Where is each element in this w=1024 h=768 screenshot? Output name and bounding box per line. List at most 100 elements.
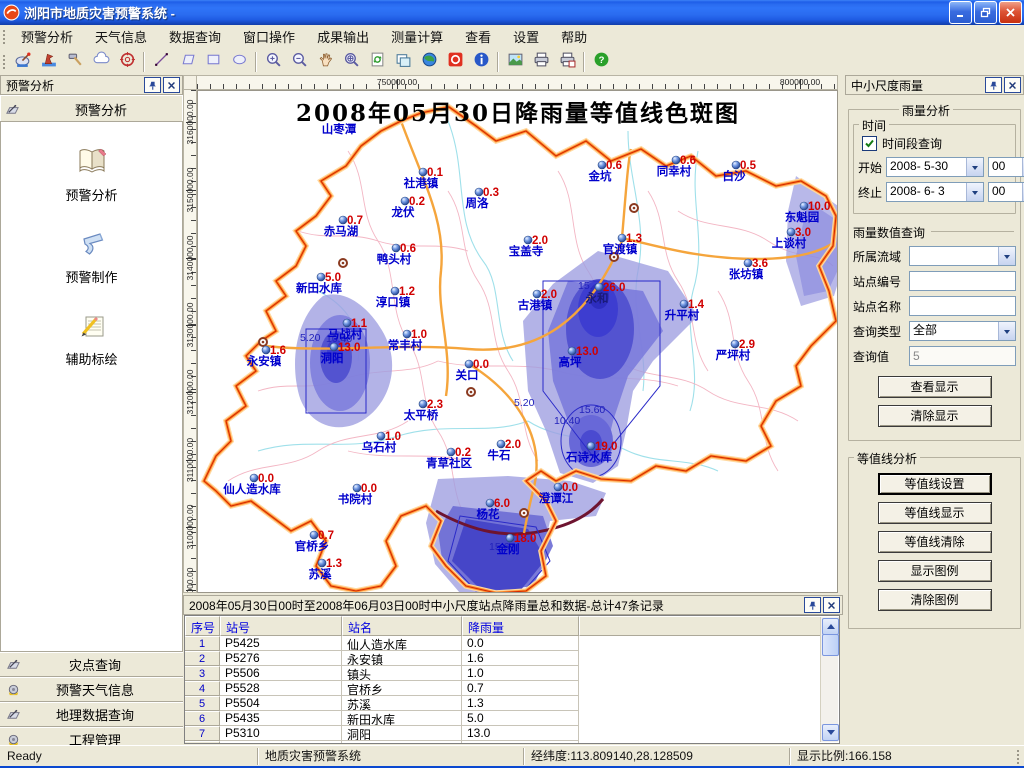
menu-item-6[interactable]: 测量计算	[380, 24, 454, 49]
polygon-button[interactable]	[175, 50, 199, 73]
station-marker[interactable]	[506, 534, 514, 542]
menubar-grip[interactable]	[2, 29, 7, 45]
column-header-1[interactable]: 序号	[185, 616, 220, 636]
map-right-splitter[interactable]	[843, 75, 845, 745]
station-marker[interactable]	[330, 343, 338, 351]
station-marker[interactable]	[403, 330, 411, 338]
cloud-button[interactable]	[89, 50, 113, 73]
zoom-out-button[interactable]	[287, 50, 311, 73]
info-button[interactable]	[469, 50, 493, 73]
scroll-up-button[interactable]	[822, 618, 839, 635]
station-marker[interactable]	[353, 484, 361, 492]
flag-button[interactable]	[37, 50, 61, 73]
menu-item-2[interactable]: 天气信息	[84, 24, 158, 49]
left-panel-header[interactable]: 预警分析	[0, 95, 183, 123]
end-date-dropdown[interactable]: 2008- 6- 3	[886, 182, 984, 202]
image-button[interactable]	[503, 50, 527, 73]
station-marker[interactable]	[744, 259, 752, 267]
minimize-button[interactable]	[949, 1, 972, 24]
scroll-down-button[interactable]	[822, 724, 839, 741]
station-marker[interactable]	[672, 156, 680, 164]
station-marker[interactable]	[731, 340, 739, 348]
table-scrollbar[interactable]	[820, 617, 838, 742]
table-row[interactable]: 1P5425仙人造水库0.0	[185, 636, 839, 651]
ellipse-button[interactable]	[227, 50, 251, 73]
station-marker[interactable]	[497, 440, 505, 448]
sidebar-item-2[interactable]: 预警天气信息	[0, 677, 183, 702]
station-marker[interactable]	[317, 273, 325, 281]
station-marker[interactable]	[250, 474, 258, 482]
table-row[interactable]: 8P5311马战村1.1	[185, 741, 839, 743]
satellite-dish-button[interactable]	[11, 50, 35, 73]
column-header-4[interactable]: 降雨量	[462, 616, 579, 636]
pin-button[interactable]	[985, 77, 1002, 93]
station-marker[interactable]	[419, 168, 427, 176]
station-marker[interactable]	[377, 432, 385, 440]
resize-grip[interactable]	[1016, 749, 1021, 765]
start-date-dropdown[interactable]: 2008- 5-30	[886, 157, 984, 177]
map-canvas[interactable]: 5.2010.4015.5.2015.6010.4015.6 山枣潭社港镇0.1…	[197, 90, 838, 593]
sidebar-item-3[interactable]: 地理数据查询	[0, 702, 183, 727]
menu-item-5[interactable]: 成果输出	[306, 24, 380, 49]
pin-button[interactable]	[144, 77, 161, 93]
table-row[interactable]: 4P5528官桥乡0.7	[185, 681, 839, 696]
station-marker[interactable]	[310, 531, 318, 539]
close-button[interactable]	[999, 1, 1022, 24]
clear-display-button[interactable]: 清除显示	[878, 405, 992, 427]
station-marker[interactable]	[618, 234, 626, 242]
station-marker[interactable]	[465, 360, 473, 368]
column-header-2[interactable]: 站号	[220, 616, 342, 636]
menu-item-8[interactable]: 设置	[502, 24, 550, 49]
menu-item-1[interactable]: 预警分析	[10, 24, 84, 49]
field-input-3[interactable]	[909, 296, 1016, 316]
hammer-button[interactable]	[63, 50, 87, 73]
close-panel-button[interactable]	[823, 597, 840, 613]
print-button[interactable]	[529, 50, 553, 73]
station-marker[interactable]	[680, 300, 688, 308]
scroll-thumb[interactable]	[822, 634, 839, 656]
pin-button[interactable]	[804, 597, 821, 613]
station-marker[interactable]	[401, 197, 409, 205]
sidebar-item-1[interactable]: 灾点查询	[0, 652, 183, 677]
tool-item-2[interactable]: 预警制作	[1, 228, 182, 286]
field-dropdown-4[interactable]: 全部	[909, 321, 1016, 341]
station-marker[interactable]	[568, 347, 576, 355]
station-marker[interactable]	[447, 448, 455, 456]
station-marker[interactable]	[339, 216, 347, 224]
end-hour-dropdown[interactable]: 00	[988, 182, 1024, 202]
contour-button-3[interactable]: 等值线清除	[878, 531, 992, 553]
station-marker[interactable]	[732, 161, 740, 169]
station-marker[interactable]	[554, 483, 562, 491]
menu-item-7[interactable]: 查看	[454, 24, 502, 49]
tool-item-1[interactable]: 预警分析	[1, 146, 182, 204]
contour-button-5[interactable]: 清除图例	[878, 589, 992, 611]
pan-button[interactable]	[313, 50, 337, 73]
station-marker[interactable]	[262, 346, 270, 354]
contour-button-1[interactable]: 等值线设置	[878, 473, 992, 495]
station-marker[interactable]	[486, 499, 494, 507]
stop-button[interactable]	[443, 50, 467, 73]
station-marker[interactable]	[392, 244, 400, 252]
show-display-button[interactable]: 查看显示	[878, 376, 992, 398]
contour-button-4[interactable]: 显示图例	[878, 560, 992, 582]
target-button[interactable]	[115, 50, 139, 73]
station-marker[interactable]	[524, 236, 532, 244]
station-marker[interactable]	[800, 202, 808, 210]
help-button[interactable]: ?	[589, 50, 613, 73]
station-marker[interactable]	[787, 228, 795, 236]
table-row[interactable]: 6P5435新田水库5.0	[185, 711, 839, 726]
dropdown-button[interactable]	[998, 322, 1015, 340]
contour-button-2[interactable]: 等值线显示	[878, 502, 992, 524]
toolbar-grip[interactable]	[2, 54, 7, 70]
table-row[interactable]: 2P5276永安镇1.6	[185, 651, 839, 666]
restore-button[interactable]	[974, 1, 997, 24]
refresh-button[interactable]	[365, 50, 389, 73]
column-header-3[interactable]: 站名	[342, 616, 462, 636]
layers-button[interactable]	[391, 50, 415, 73]
dropdown-button[interactable]	[966, 183, 983, 201]
station-marker[interactable]	[595, 283, 603, 291]
field-dropdown-1[interactable]	[909, 246, 1016, 266]
time-range-checkbox[interactable]	[862, 136, 877, 151]
close-panel-button[interactable]	[1004, 77, 1021, 93]
menu-item-3[interactable]: 数据查询	[158, 24, 232, 49]
